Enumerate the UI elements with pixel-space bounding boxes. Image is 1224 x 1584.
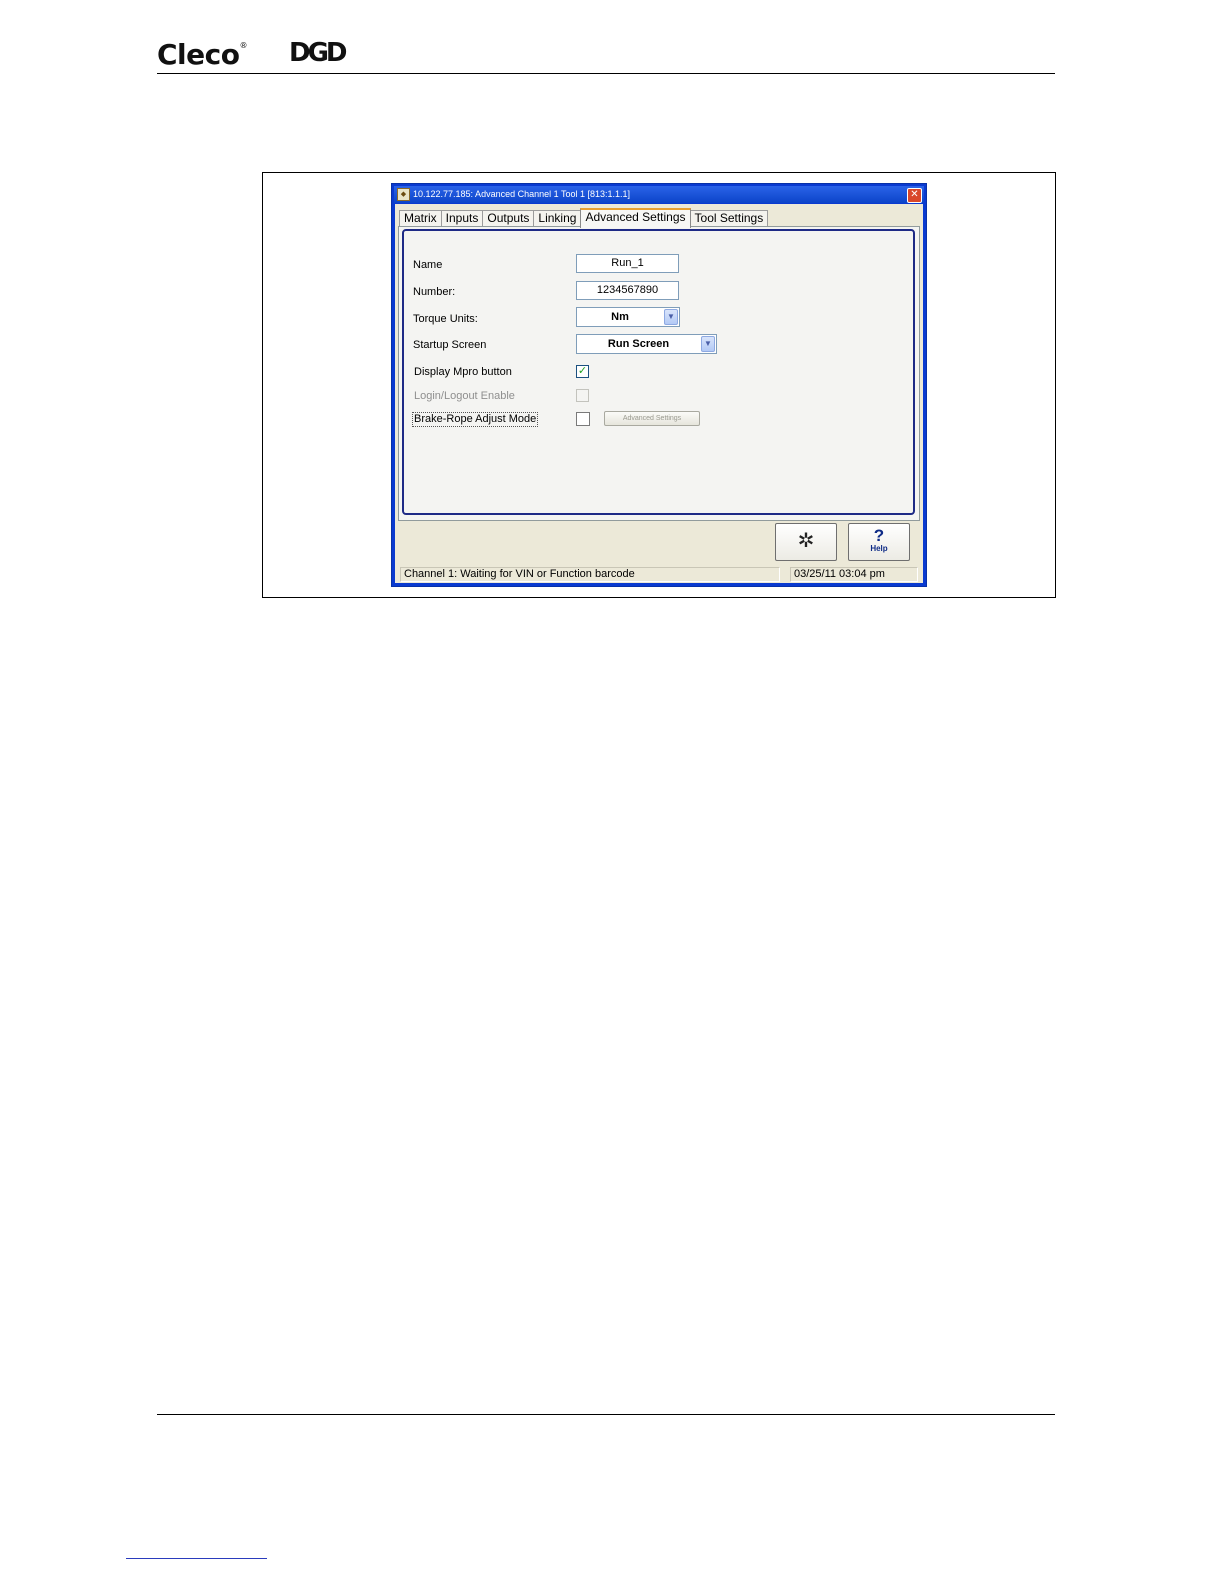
tab-matrix[interactable]: Matrix <box>399 210 442 226</box>
tab-inputs[interactable]: Inputs <box>440 210 484 226</box>
status-bar: Channel 1: Waiting for VIN or Function b… <box>399 567 919 583</box>
config-button[interactable]: ✲ <box>775 523 837 561</box>
torque-units-value: Nm <box>611 311 629 323</box>
name-label: Name <box>413 259 443 271</box>
login-logout-checkbox[interactable] <box>576 389 589 402</box>
brake-rope-label: Brake-Rope Adjust Mode <box>412 412 539 427</box>
help-button[interactable]: ? Help <box>848 523 910 561</box>
status-datetime: 03/25/11 03:04 pm <box>790 567 918 582</box>
number-label: Number: <box>413 286 456 298</box>
advanced-settings-button[interactable]: Advanced Settings <box>604 411 700 426</box>
status-message: Channel 1: Waiting for VIN or Function b… <box>400 567 780 582</box>
advanced-settings-panel: Name Run_1 Number: 1234567890 Torque Uni… <box>398 226 920 521</box>
login-logout-label: Login/Logout Enable <box>414 390 515 402</box>
display-mpro-label: Display Mpro button <box>414 366 512 378</box>
window-titlebar[interactable]: ◆ 10.122.77.185: Advanced Channel 1 Tool … <box>394 186 924 203</box>
tab-strip: Matrix Inputs Outputs Linking Advanced S… <box>399 208 769 228</box>
tab-advanced-settings[interactable]: Advanced Settings <box>580 208 691 228</box>
footnote-rule <box>126 1558 267 1559</box>
chevron-down-icon[interactable]: ▼ <box>664 309 678 325</box>
tab-linking[interactable]: Linking <box>533 210 582 226</box>
help-label: Help <box>870 544 888 553</box>
settings-group-box: Name Run_1 Number: 1234567890 Torque Uni… <box>402 229 915 515</box>
window-title: 10.122.77.185: Advanced Channel 1 Tool 1… <box>413 189 631 199</box>
torque-units-label: Torque Units: <box>413 313 478 325</box>
startup-screen-select[interactable]: Run Screen ▼ <box>576 334 717 354</box>
snowflake-icon: ✲ <box>797 530 815 552</box>
help-icon: ? <box>873 526 885 545</box>
startup-screen-value: Run Screen <box>607 338 670 350</box>
close-icon[interactable]: ✕ <box>907 188 922 203</box>
window-client-area: Matrix Inputs Outputs Linking Advanced S… <box>395 204 923 583</box>
torque-units-select[interactable]: Nm ▼ <box>576 307 680 327</box>
checkmark-icon: ✓ <box>577 365 588 377</box>
app-icon: ◆ <box>397 188 410 202</box>
advanced-window: ◆ 10.122.77.185: Advanced Channel 1 Tool … <box>391 183 927 587</box>
tab-outputs[interactable]: Outputs <box>482 210 535 226</box>
brake-rope-checkbox[interactable] <box>576 412 590 426</box>
chevron-down-icon[interactable]: ▼ <box>701 336 715 352</box>
number-field[interactable]: 1234567890 <box>576 281 679 300</box>
startup-screen-label: Startup Screen <box>413 339 487 351</box>
footer-rule <box>157 1414 1055 1415</box>
cleco-logo: Cleco® <box>157 38 247 71</box>
name-field[interactable]: Run_1 <box>576 254 679 273</box>
display-mpro-checkbox[interactable]: ✓ <box>576 365 589 378</box>
dgd-logo: DGD <box>289 38 347 68</box>
header-rule <box>157 73 1055 74</box>
tab-tool-settings[interactable]: Tool Settings <box>689 210 769 226</box>
